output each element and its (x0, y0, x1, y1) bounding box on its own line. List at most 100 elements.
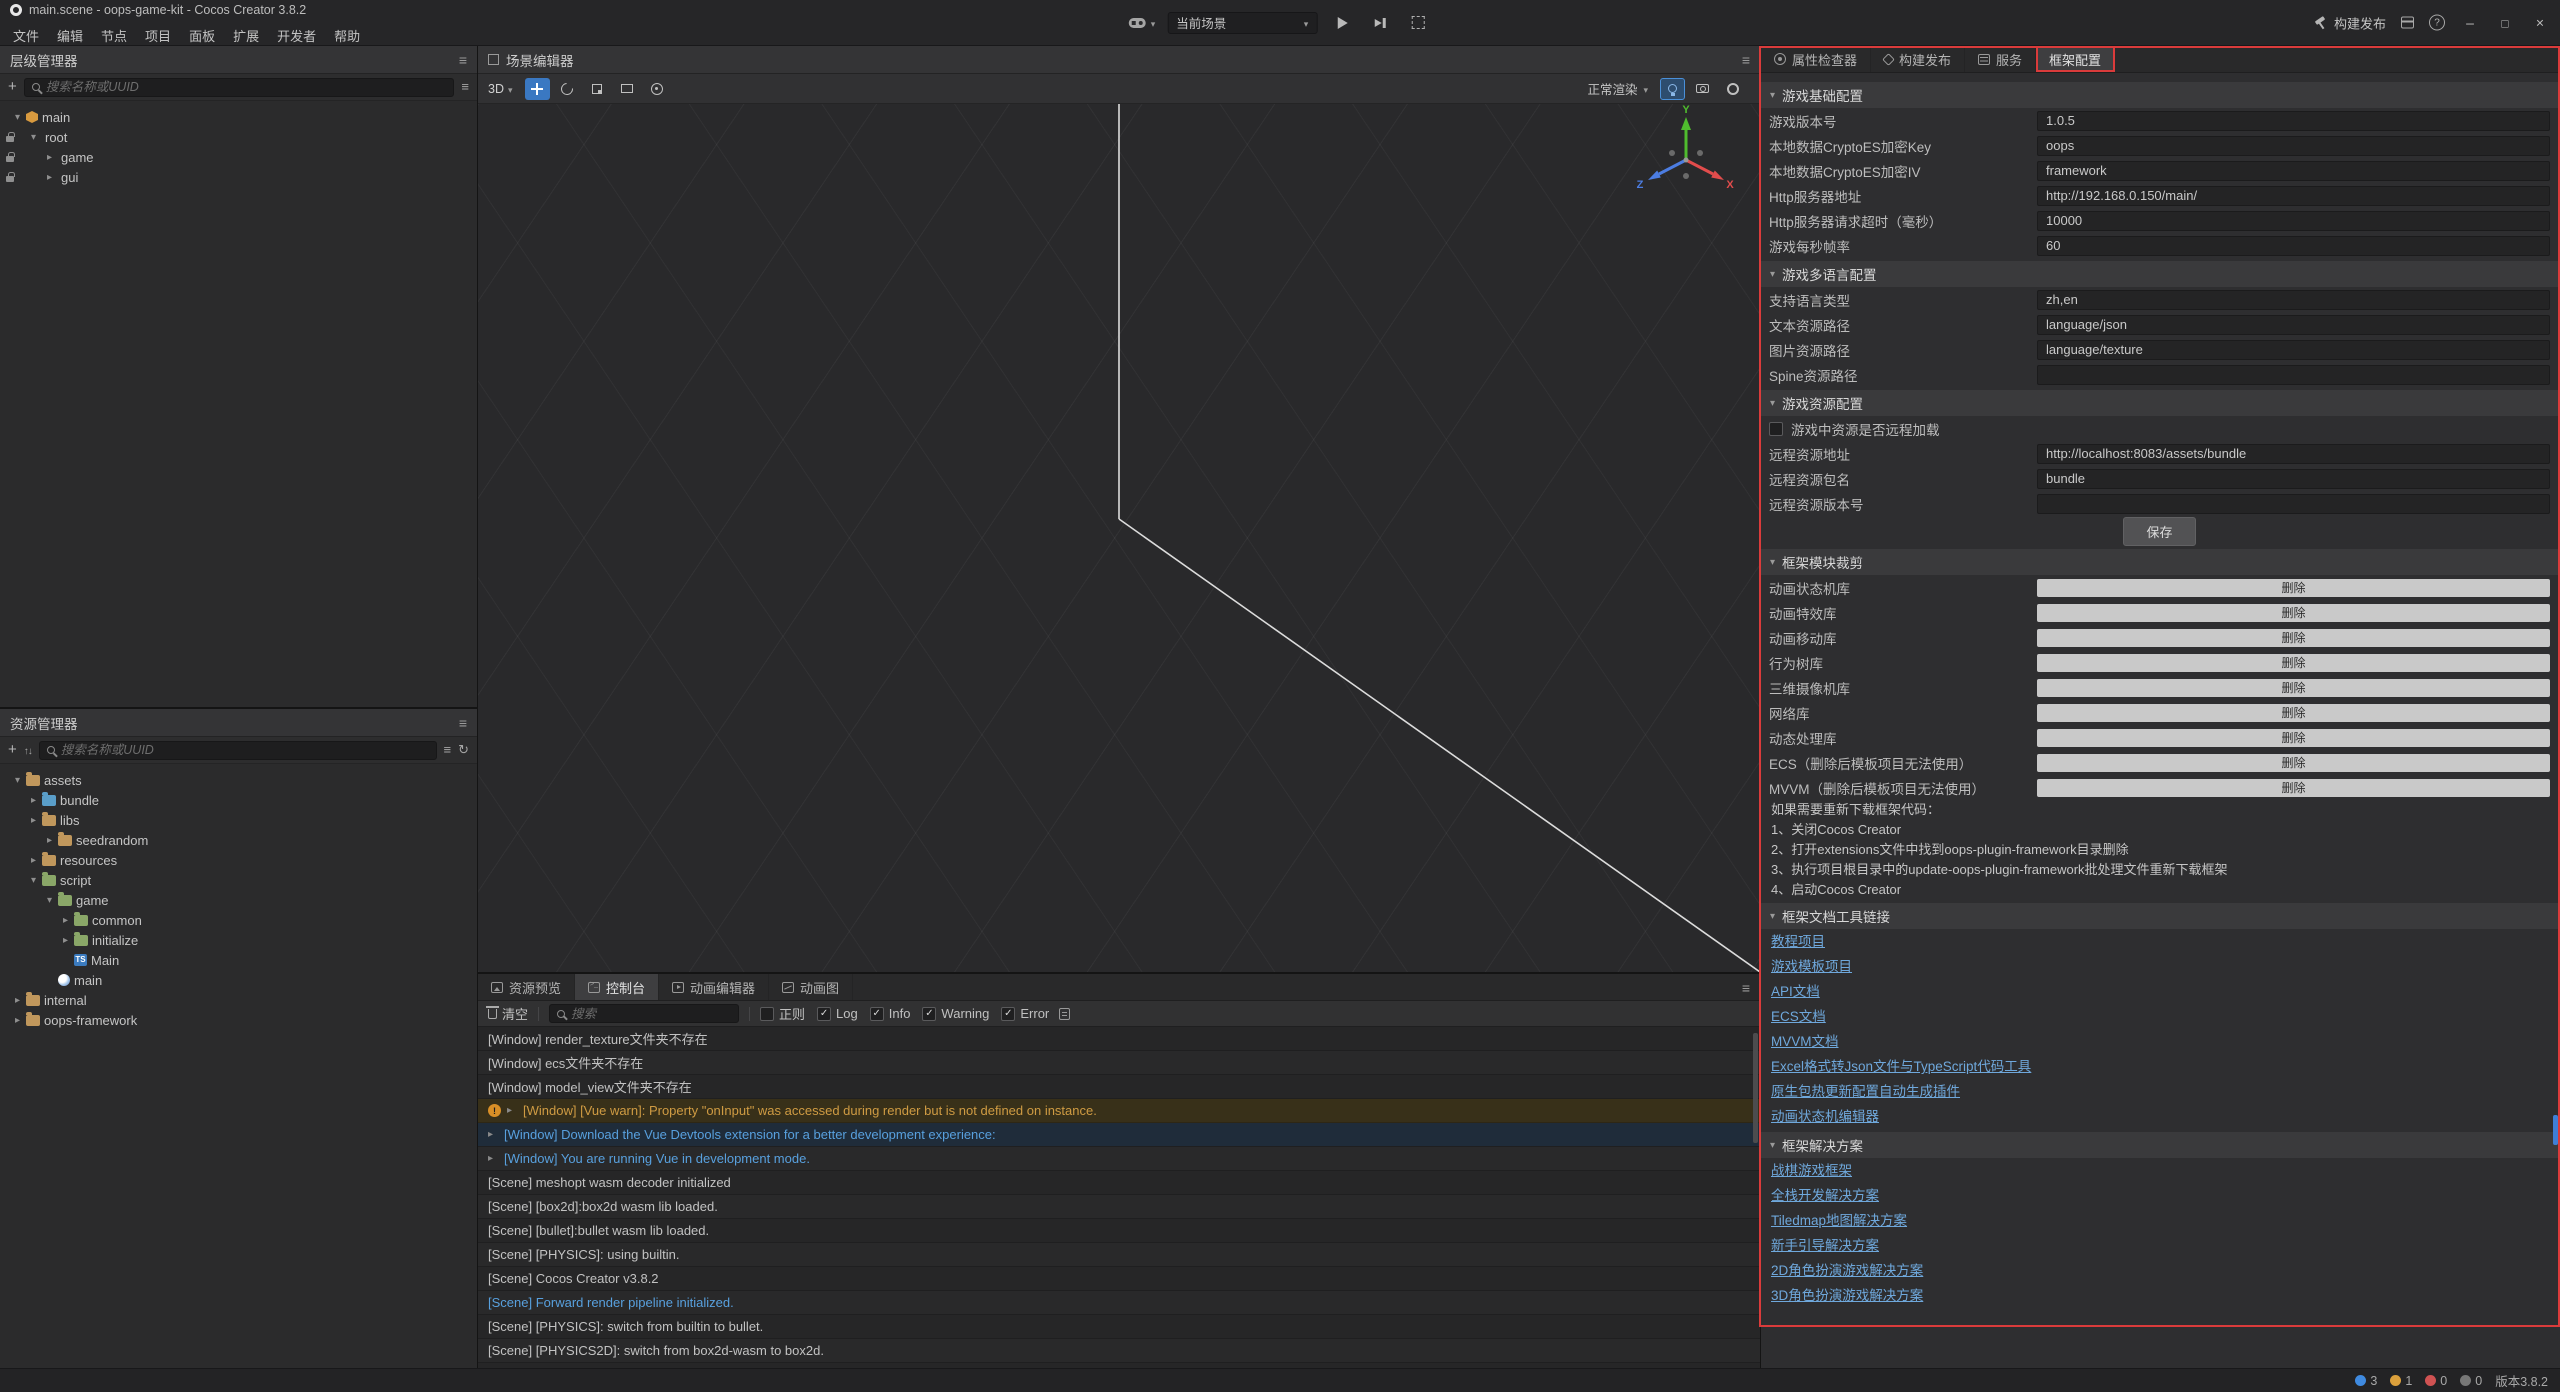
asset-node-assets[interactable]: ▾assets (0, 770, 477, 790)
delete-button[interactable]: 删除 (2037, 579, 2550, 597)
hierarchy-node-root[interactable]: ▾root (0, 127, 477, 147)
log-row[interactable]: [Scene] meshopt wasm decoder initialized (478, 1171, 1760, 1195)
add-asset-button[interactable] (8, 741, 17, 759)
preview-platform-button[interactable] (1129, 14, 1156, 32)
menu-item-开发者[interactable]: 开发者 (268, 23, 325, 48)
asset-node-oops-framework[interactable]: ▸oops-framework (0, 1010, 477, 1030)
link-ECS文档[interactable]: ECS文档 (1771, 1004, 1826, 1029)
package-icon[interactable] (2401, 17, 2414, 29)
asset-node-seedrandom[interactable]: ▸seedrandom (0, 830, 477, 850)
link-新手引导解决方案[interactable]: 新手引导解决方案 (1771, 1233, 1879, 1258)
delete-button[interactable]: 删除 (2037, 729, 2550, 747)
hierarchy-search-input[interactable] (46, 80, 447, 94)
warning-count[interactable]: 1 (2390, 1374, 2412, 1388)
save-button[interactable]: 保存 (2123, 517, 2195, 546)
orientation-gizmo[interactable]: Y X Z (1626, 104, 1746, 204)
chevron-down-icon[interactable]: ▾ (1770, 557, 1775, 568)
panel-menu-icon[interactable] (459, 715, 467, 731)
chevron-right-icon[interactable]: ▸ (58, 935, 73, 946)
input-Http服务器地址[interactable] (2037, 186, 2550, 206)
input-文本资源路径[interactable] (2037, 315, 2550, 335)
console-search-input[interactable] (571, 1007, 734, 1021)
minimize-button[interactable] (2460, 15, 2480, 31)
tab-属性检查器[interactable]: 属性检查器 (1761, 46, 1871, 72)
help-icon[interactable]: ? (2429, 15, 2445, 31)
panel-menu-icon[interactable] (1742, 52, 1750, 68)
chevron-right-icon[interactable]: ▸ (58, 915, 73, 926)
section-header[interactable]: ▾游戏多语言配置 (1761, 261, 2560, 287)
tab-动画图[interactable]: 动画图 (769, 974, 853, 1000)
section-header[interactable]: ▾游戏资源配置 (1761, 390, 2560, 416)
assets-search-input[interactable] (61, 743, 429, 757)
hierarchy-filter-icon[interactable] (461, 78, 469, 96)
chevron-down-icon[interactable]: ▾ (26, 875, 41, 886)
chevron-down-icon[interactable]: ▾ (10, 112, 25, 123)
build-publish-button[interactable]: 构建发布 (2314, 13, 2386, 32)
hierarchy-node-game[interactable]: ▸game (0, 147, 477, 167)
chevron-right-icon[interactable]: ▸ (507, 1105, 517, 1116)
delete-button[interactable]: 删除 (2037, 679, 2550, 697)
input-远程资源版本号[interactable] (2037, 494, 2550, 514)
render-mode-select[interactable]: 正常渲染 (1587, 79, 1648, 98)
link-Excel格式转Json文件与TypeScript代码工具[interactable]: Excel格式转Json文件与TypeScript代码工具 (1771, 1054, 2031, 1079)
scene-select-dropdown[interactable]: 当前场景 (1167, 12, 1317, 34)
move-tool-button[interactable] (525, 78, 550, 100)
menu-item-编辑[interactable]: 编辑 (48, 23, 92, 48)
section-header[interactable]: ▾框架模块裁剪 (1761, 549, 2560, 575)
log-row[interactable]: [Window] model_view文件夹不存在 (478, 1075, 1760, 1099)
link-MVVM文档[interactable]: MVVM文档 (1771, 1029, 1839, 1054)
log-row[interactable]: [Scene] [box2d]:box2d wasm lib loaded. (478, 1195, 1760, 1219)
tab-服务[interactable]: 服务 (1965, 46, 2036, 72)
scene-viewport[interactable]: Y X Z (478, 104, 1760, 972)
tab-动画编辑器[interactable]: 动画编辑器 (659, 974, 769, 1000)
filter-Log[interactable]: ✓Log (817, 1006, 858, 1021)
filter-正则[interactable]: 正则 (760, 1004, 805, 1023)
chevron-right-icon[interactable]: ▸ (10, 1015, 25, 1026)
chevron-down-icon[interactable]: ▾ (1770, 398, 1775, 409)
link-原生包热更新配置自动生成插件[interactable]: 原生包热更新配置自动生成插件 (1771, 1079, 1960, 1104)
error-count[interactable]: 0 (2425, 1374, 2447, 1388)
camera-settings-button[interactable] (1690, 78, 1715, 100)
link-3D角色扮演游戏解决方案[interactable]: 3D角色扮演游戏解决方案 (1771, 1283, 1923, 1308)
chevron-right-icon[interactable]: ▸ (42, 172, 57, 183)
input-远程资源地址[interactable] (2037, 444, 2550, 464)
filter-Warning[interactable]: ✓Warning (922, 1006, 989, 1021)
input-游戏版本号[interactable] (2037, 111, 2550, 131)
section-header[interactable]: ▾游戏基础配置 (1761, 82, 2560, 108)
log-row[interactable]: [Scene] [bullet]:bullet wasm lib loaded. (478, 1219, 1760, 1243)
chevron-right-icon[interactable]: ▸ (10, 995, 25, 1006)
assets-filter-icon[interactable] (444, 741, 452, 759)
delete-button[interactable]: 删除 (2037, 654, 2550, 672)
checkbox-icon[interactable] (1769, 422, 1783, 436)
asset-node-internal[interactable]: ▸internal (0, 990, 477, 1010)
maximize-button[interactable] (2495, 15, 2515, 31)
menu-item-帮助[interactable]: 帮助 (325, 23, 369, 48)
scene-light-toggle[interactable] (1660, 78, 1685, 100)
rotate-tool-button[interactable] (555, 78, 580, 100)
log-row[interactable]: ▸[Window] Download the Vue Devtools exte… (478, 1123, 1760, 1147)
delete-button[interactable]: 删除 (2037, 779, 2550, 797)
hierarchy-node-main[interactable]: ▾main (0, 107, 477, 127)
chevron-right-icon[interactable]: ▸ (488, 1129, 498, 1140)
log-row[interactable]: [Scene] Cocos Creator v3.8.2 (478, 1267, 1760, 1291)
add-node-button[interactable] (8, 78, 17, 96)
asset-node-libs[interactable]: ▸libs (0, 810, 477, 830)
chevron-down-icon[interactable]: ▾ (1770, 90, 1775, 101)
chevron-down-icon[interactable]: ▾ (10, 775, 25, 786)
asset-node-game[interactable]: ▾game (0, 890, 477, 910)
tab-控制台[interactable]: 控制台 (575, 974, 659, 1000)
asset-node-script[interactable]: ▾script (0, 870, 477, 890)
asset-node-bundle[interactable]: ▸bundle (0, 790, 477, 810)
asset-node-initialize[interactable]: ▸initialize (0, 930, 477, 950)
log-row[interactable]: [Scene] [PHYSICS]: switch from builtin t… (478, 1315, 1760, 1339)
console-scrollbar[interactable] (1753, 1033, 1758, 1143)
log-row[interactable]: [Scene] Forward render pipeline initiali… (478, 1291, 1760, 1315)
tab-资源预览[interactable]: 资源预览 (478, 974, 575, 1000)
input-游戏每秒帧率[interactable] (2037, 236, 2550, 256)
chevron-right-icon[interactable]: ▸ (26, 855, 41, 866)
asset-node-Main[interactable]: TSMain (0, 950, 477, 970)
log-row[interactable]: ▸[Window] You are running Vue in develop… (478, 1147, 1760, 1171)
input-远程资源包名[interactable] (2037, 469, 2550, 489)
asset-node-main[interactable]: main (0, 970, 477, 990)
info-count[interactable]: 3 (2355, 1374, 2377, 1388)
